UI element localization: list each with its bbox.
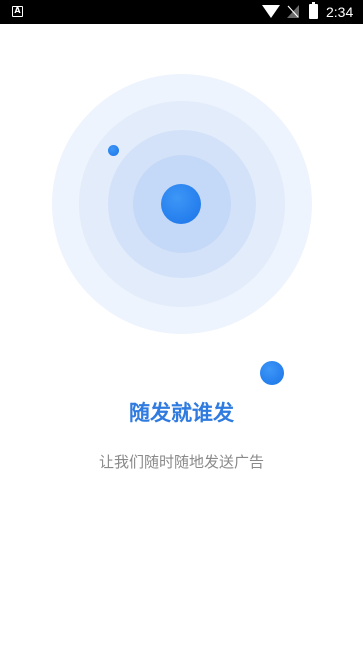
radar-graphic (52, 74, 312, 334)
no-signal-icon (287, 5, 299, 18)
radar-outer-dot (260, 361, 284, 385)
status-time: 2:34 (326, 4, 354, 20)
status-bar: A 2:34 (0, 0, 363, 24)
page-title: 随发就谁发 (129, 401, 234, 425)
battery-charging-icon (309, 2, 318, 19)
page-subtitle: 让我们随时随地发送广告 (98, 453, 264, 471)
wifi-icon (262, 5, 280, 18)
radar-center-dot (161, 184, 201, 224)
a-notification-icon: A (12, 6, 23, 17)
radar-orbit-dot (108, 145, 119, 156)
splash-screen: A 2:34 随发就谁发 让我们随时随地发送广告 (0, 0, 363, 647)
